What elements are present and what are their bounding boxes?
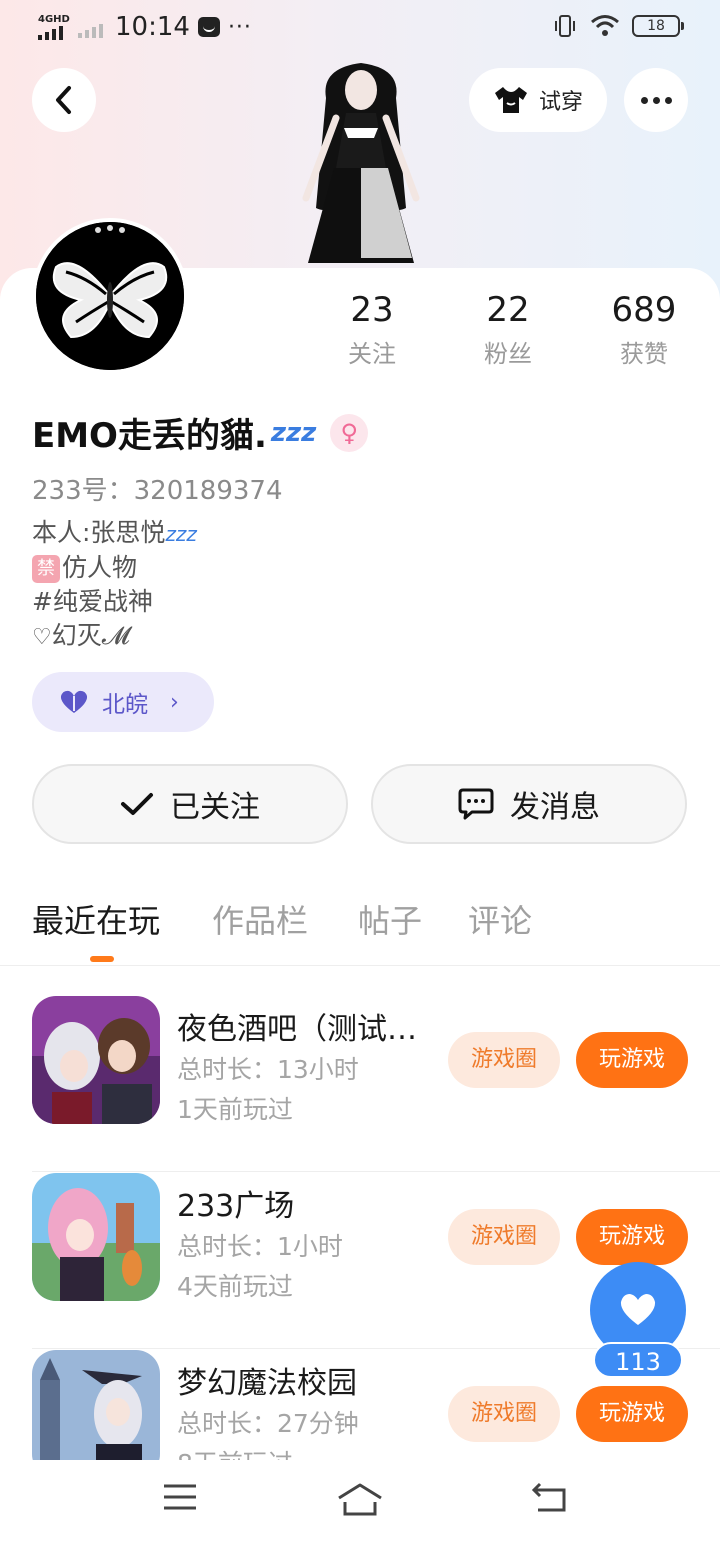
stat-likes[interactable]: 689 获赞 — [589, 290, 699, 369]
tab-comments[interactable]: 评论 — [468, 896, 532, 942]
notification-icon — [197, 17, 220, 37]
game-icon — [32, 1350, 160, 1478]
game-last-played: 1天前玩过 — [177, 1095, 293, 1124]
followed-button[interactable]: 已关注 — [32, 764, 348, 844]
game-circle-button[interactable]: 游戏圈 — [448, 1209, 560, 1265]
chat-bubble-icon — [458, 788, 494, 820]
system-navigation-bar — [0, 1460, 720, 1544]
game-duration: 总时长：1小时 — [177, 1232, 343, 1261]
tshirt-icon — [494, 87, 527, 113]
send-message-label: 发消息 — [510, 790, 600, 825]
try-on-label: 试穿 — [538, 90, 583, 115]
sleeping-emoji: zzz — [270, 417, 317, 448]
more-dot-icon — [664, 96, 672, 104]
avatar[interactable] — [32, 218, 188, 374]
more-notifications: ··· — [227, 14, 252, 40]
status-bar: 4GHD 10:14 ··· 18 — [0, 0, 720, 56]
butterfly-avatar-image — [36, 222, 184, 370]
game-duration: 总时长：27分钟 — [177, 1409, 359, 1438]
avatar-character-figure — [286, 58, 436, 270]
vibrate-icon — [555, 15, 575, 37]
play-game-button[interactable]: 玩游戏 — [576, 1209, 688, 1265]
game-title: 233广场 — [177, 1189, 295, 1224]
try-on-button[interactable]: 试穿 — [469, 68, 607, 132]
list-item[interactable]: 夜色酒吧（测试… 总时长：13小时 1天前玩过 游戏圈 玩游戏 — [32, 996, 720, 1172]
tab-recently-played[interactable]: 最近在玩 — [32, 896, 160, 942]
stat-value: 23 — [350, 290, 394, 330]
back-button[interactable] — [32, 68, 96, 132]
more-dot-icon — [652, 96, 660, 104]
user-id: 233号：320189374 — [32, 476, 283, 506]
cellular-signal-icon: 4GHD — [38, 14, 70, 40]
game-circle-button[interactable]: 游戏圈 — [448, 1386, 560, 1442]
chevron-right-icon: › — [170, 689, 179, 715]
stat-label: 粉丝 — [484, 340, 532, 368]
menu-icon — [164, 1484, 196, 1510]
stat-label: 获赞 — [620, 340, 668, 368]
bio-line: 禁仿人物 — [32, 551, 197, 585]
nickname-text: EMO走丢的貓. — [32, 416, 267, 456]
bio-line: ♡幻灭𝓜 — [32, 621, 130, 650]
battery-icon: 18 — [632, 15, 684, 37]
more-options-button[interactable] — [624, 68, 688, 132]
home-icon — [338, 1483, 382, 1516]
return-icon — [531, 1482, 566, 1512]
tab-indicator — [90, 956, 114, 962]
stat-followers[interactable]: 22 粉丝 — [453, 290, 563, 369]
stat-value: 689 — [611, 290, 677, 330]
nickname: EMO走丢的貓. zzz ♀ — [32, 408, 369, 457]
play-game-button[interactable]: 玩游戏 — [576, 1032, 688, 1088]
tab-posts[interactable]: 帖子 — [358, 896, 422, 942]
game-circle-button[interactable]: 游戏圈 — [448, 1032, 560, 1088]
secondary-signal-icon — [78, 14, 103, 40]
stat-label: 关注 — [348, 340, 396, 368]
menu-nav-button[interactable] — [162, 1482, 198, 1516]
sleeping-emoji: zzz — [165, 522, 197, 546]
profile-tabs: 最近在玩 作品栏 帖子 评论 — [0, 896, 720, 966]
bio: 本人:张思悦zzz 禁仿人物 #纯爱战神 ♡幻灭𝓜 — [32, 516, 197, 655]
bio-line: #纯爱战神 — [32, 587, 153, 616]
stat-value: 22 — [486, 290, 530, 330]
heart-icon — [60, 690, 88, 713]
ban-badge-icon: 禁 — [32, 555, 60, 583]
game-title: 夜色酒吧（测试… — [177, 1012, 417, 1047]
game-icon — [32, 996, 160, 1124]
check-icon — [121, 793, 153, 815]
status-time: 10:14 — [115, 12, 190, 42]
game-icon — [32, 1173, 160, 1301]
game-last-played: 4天前玩过 — [177, 1272, 293, 1301]
followed-label: 已关注 — [170, 790, 260, 825]
tab-works[interactable]: 作品栏 — [212, 896, 308, 942]
heart-icon — [620, 1294, 656, 1325]
send-message-button[interactable]: 发消息 — [371, 764, 687, 844]
heart-outline-icon: ♡ — [32, 625, 52, 650]
location-text: 北皖 — [102, 692, 148, 718]
wifi-icon — [591, 15, 619, 36]
play-game-button[interactable]: 玩游戏 — [576, 1386, 688, 1442]
chevron-left-icon — [56, 86, 71, 114]
back-nav-button[interactable] — [528, 1482, 568, 1518]
more-dot-icon — [640, 96, 648, 104]
like-count-badge: 113 — [593, 1342, 683, 1378]
stat-following[interactable]: 23 关注 — [317, 290, 427, 369]
location-chip[interactable]: 北皖 › — [32, 672, 214, 732]
game-duration: 总时长：13小时 — [177, 1055, 359, 1084]
bio-line: 本人:张思悦zzz — [32, 518, 197, 547]
game-title: 梦幻魔法校园 — [177, 1366, 357, 1401]
home-nav-button[interactable] — [336, 1482, 384, 1522]
female-gender-icon: ♀ — [330, 413, 369, 452]
